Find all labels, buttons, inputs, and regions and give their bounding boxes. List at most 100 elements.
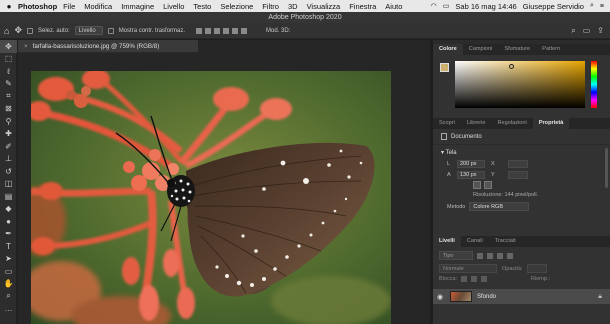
image-canvas[interactable] [31, 71, 391, 324]
tab-tracciati[interactable]: Tracciati [489, 236, 522, 247]
opacity-field[interactable] [527, 264, 548, 273]
properties-scrollbar[interactable] [605, 148, 608, 188]
pen-tool-icon[interactable]: ✒ [0, 228, 17, 241]
filter-pixel-icon[interactable] [477, 252, 483, 259]
tab-sfumature[interactable]: Sfumature [498, 44, 536, 55]
align-center-icon[interactable] [205, 27, 212, 34]
tab-campioni[interactable]: Campioni [463, 44, 499, 55]
filter-shape-icon[interactable] [507, 252, 513, 259]
share-icon[interactable]: ⇪ [597, 26, 604, 36]
tab-scopri[interactable]: Scopri [433, 118, 461, 129]
stamp-tool-icon[interactable]: ⊥ [0, 153, 17, 166]
menu-testo[interactable]: Testo [193, 2, 211, 11]
quick-select-tool-icon[interactable]: ✎ [0, 78, 17, 91]
rectangle-tool-icon[interactable]: ▭ [0, 265, 17, 278]
move-tool-icon[interactable]: ✥ [14, 25, 22, 36]
filter-adjust-icon[interactable] [487, 252, 493, 259]
x-field[interactable] [507, 159, 528, 168]
tab-proprieta[interactable]: Proprietà [532, 118, 570, 129]
menu-modifica[interactable]: Modifica [84, 2, 112, 11]
menu-aiuto[interactable]: Aiuto [385, 2, 402, 11]
lock-all-icon[interactable] [481, 276, 488, 282]
width-field[interactable]: 200 px [457, 159, 485, 168]
menu-visualizza[interactable]: Visualizza [307, 2, 341, 11]
apple-icon[interactable]: ● [4, 2, 14, 11]
blend-mode-dropdown[interactable]: Normale [439, 264, 497, 273]
height-field[interactable]: 130 px [457, 170, 485, 179]
frame-tool-icon[interactable]: ⊠ [0, 103, 17, 116]
crop-tool-icon[interactable]: ⌗ [0, 90, 17, 103]
history-brush-tool-icon[interactable]: ↺ [0, 165, 17, 178]
menu-3d[interactable]: 3D [288, 2, 298, 11]
wifi-icon[interactable]: ◠ [431, 2, 437, 10]
marquee-tool-icon[interactable]: ⬚ [0, 53, 17, 66]
path-selection-tool-icon[interactable]: ➤ [0, 253, 17, 266]
menu-selezione[interactable]: Selezione [220, 2, 253, 11]
menu-app-photoshop[interactable]: Photoshop [18, 2, 57, 11]
y-field[interactable] [507, 170, 528, 179]
eye-icon[interactable]: ◉ [437, 293, 445, 301]
tab-canali[interactable]: Canali [461, 236, 489, 247]
tab-colore[interactable]: Colore [433, 44, 463, 55]
dodge-tool-icon[interactable]: ● [0, 215, 17, 228]
portrait-icon[interactable] [473, 181, 481, 189]
menu-finestra[interactable]: Finestra [349, 2, 376, 11]
gradient-tool-icon[interactable]: ▤ [0, 190, 17, 203]
tab-pattern[interactable]: Pattern [536, 44, 566, 55]
butterfly-photo [31, 71, 391, 324]
tab-livelli[interactable]: Livelli [433, 236, 461, 247]
lock-pixels-icon[interactable] [461, 276, 468, 282]
tab-librerie[interactable]: Librerie [461, 118, 492, 129]
menu-filtro[interactable]: Filtro [262, 2, 279, 11]
transform-checkbox[interactable] [107, 27, 114, 34]
height-label: A [447, 171, 451, 178]
options-right: ⌕ ▭ ⇪ [571, 26, 610, 36]
zoom-tool-icon[interactable]: ⌕ [0, 290, 17, 303]
menu-immagine[interactable]: Immagine [121, 2, 154, 11]
eyedropper-tool-icon[interactable]: ⚲ [0, 115, 17, 128]
layer-filter-dropdown[interactable]: Tipo [439, 251, 473, 260]
type-tool-icon[interactable]: T [0, 240, 17, 253]
align-left-icon[interactable] [196, 27, 203, 34]
lasso-tool-icon[interactable]: ℓ [0, 65, 17, 78]
color-picker-field[interactable] [455, 61, 585, 108]
lock-position-icon[interactable] [471, 276, 478, 282]
macos-menu-bar: ● Photoshop File Modifica Immagine Livel… [0, 0, 610, 12]
search-icon[interactable]: ⌕ [571, 26, 575, 36]
brush-tool-icon[interactable]: ✐ [0, 140, 17, 153]
canvas-section-title[interactable]: ▾ Tela [433, 145, 610, 158]
search-icon[interactable]: ⌕ [590, 2, 594, 10]
healing-brush-tool-icon[interactable]: ✚ [0, 128, 17, 141]
control-center-icon[interactable]: ≡ [600, 3, 604, 10]
document-tab-title: farfalla-bassarisoluzione.jpg @ 759% (RG… [32, 43, 160, 50]
landscape-icon[interactable] [484, 181, 492, 189]
more-tools-icon[interactable]: … [0, 303, 17, 316]
blur-tool-icon[interactable]: ◆ [0, 203, 17, 216]
user-name[interactable]: Giuseppe Servidio [523, 2, 584, 11]
filter-type-icon[interactable] [497, 252, 503, 259]
clock[interactable]: Sab 16 mag 14:46 [455, 2, 516, 11]
foreground-color-swatch[interactable] [440, 63, 449, 72]
transform-label: Mostra contr. trasformaz. [118, 27, 186, 34]
document-tab[interactable]: × farfalla-bassarisoluzione.jpg @ 759% (R… [18, 40, 198, 53]
battery-icon[interactable]: ▭ [443, 2, 450, 10]
close-tab-icon[interactable]: × [24, 43, 28, 50]
menu-file[interactable]: File [63, 2, 75, 11]
hand-tool-icon[interactable]: ✋ [0, 278, 17, 291]
workspace-icon[interactable]: ▭ [583, 26, 591, 36]
mode-dropdown[interactable]: Colore RGB [469, 202, 530, 211]
hue-slider[interactable] [591, 61, 597, 108]
layer-row[interactable]: ◉ Sfondo 🔒︎ [433, 289, 610, 304]
color-picker-marker[interactable] [509, 64, 514, 69]
align-top-icon[interactable] [223, 27, 230, 34]
align-middle-icon[interactable] [232, 27, 239, 34]
menu-livello[interactable]: Livello [163, 2, 184, 11]
align-right-icon[interactable] [214, 27, 221, 34]
home-icon[interactable]: ⌂ [4, 26, 9, 36]
tab-regolazioni[interactable]: Regolazioni [492, 118, 533, 129]
align-bottom-icon[interactable] [241, 27, 248, 34]
move-tool-icon[interactable]: ✥ [0, 40, 17, 53]
autoselect-dropdown[interactable]: Livello [74, 26, 103, 35]
eraser-tool-icon[interactable]: ◫ [0, 178, 17, 191]
autoselect-checkbox[interactable] [26, 27, 33, 34]
